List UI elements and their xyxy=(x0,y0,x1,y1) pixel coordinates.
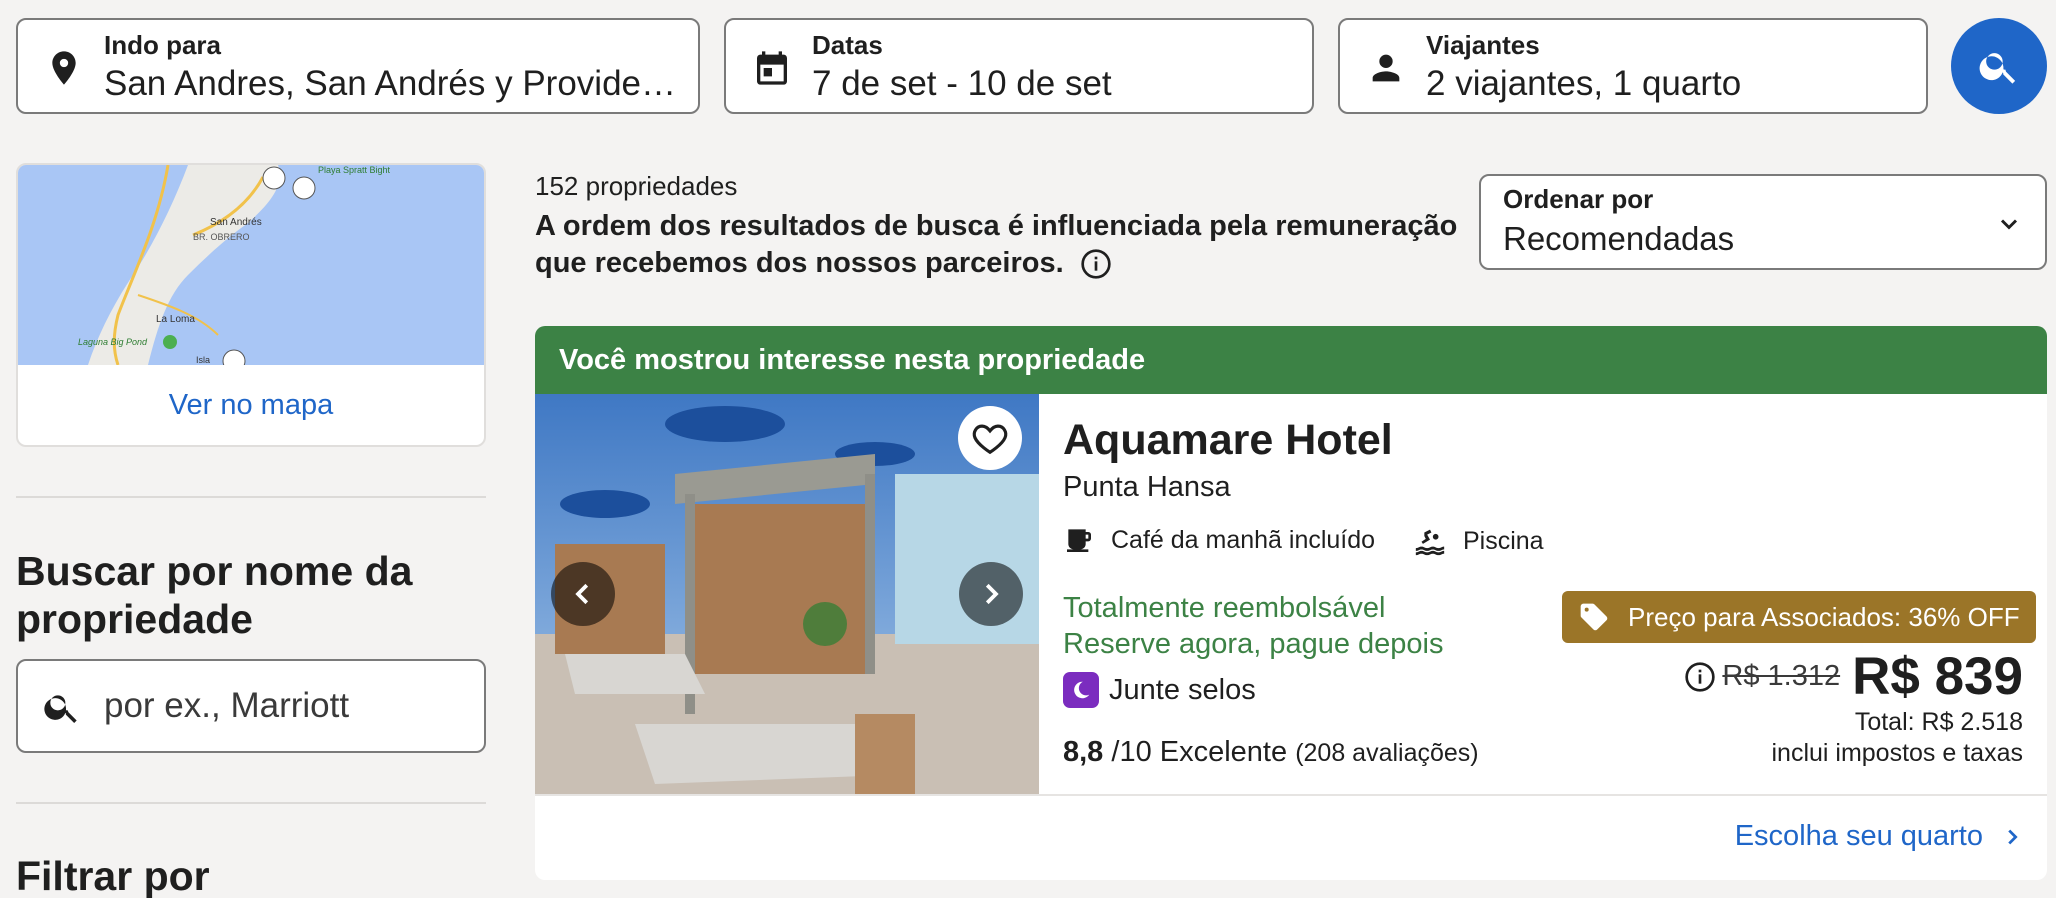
sort-value: Recomendadas xyxy=(1503,220,1735,257)
card-divider xyxy=(535,794,2047,796)
member-deal-text: Preço para Associados: 36% OFF xyxy=(1628,602,2020,632)
travelers-field[interactable]: Viajantes 2 viajantes, 1 quarto xyxy=(1338,18,1928,114)
travelers-label: Viajantes xyxy=(1426,30,1540,60)
choose-room-label: Escolha seu quarto xyxy=(1734,820,1983,852)
price-row: R$ 1.312 R$ 839 xyxy=(1684,646,2023,707)
calendar-icon xyxy=(757,51,787,85)
property-search-title: Buscar por nome da propriedade xyxy=(16,548,413,642)
chevron-left-icon xyxy=(575,583,589,605)
map-label-san-andres: San Andrés xyxy=(210,217,262,228)
map-label-spratt-bight: Playa Spratt Bight xyxy=(318,165,391,175)
amenity-pool: Piscina xyxy=(1413,524,1544,558)
search-button[interactable] xyxy=(1951,18,2047,114)
rating-scale: /10 Excelente xyxy=(1111,736,1288,768)
hotel-location: Punta Hansa xyxy=(1063,471,1231,503)
search-icon xyxy=(44,695,77,723)
choose-room-link[interactable]: Escolha seu quarto xyxy=(1735,820,2023,853)
sidebar-divider xyxy=(16,496,486,498)
favorite-button[interactable] xyxy=(958,406,1022,470)
price-tag-icon xyxy=(1580,603,1608,631)
map-preview[interactable]: San Andrés BR. OBRERO La Loma Laguna Big… xyxy=(18,165,486,365)
disclaimer-text: A ordem dos resultados de busca é influe… xyxy=(535,210,1458,279)
destination-label: Indo para xyxy=(104,30,222,60)
property-name-input[interactable] xyxy=(104,681,464,731)
amenity-breakfast-label: Café da manhã incluído xyxy=(1111,525,1376,554)
old-price: R$ 1.312 xyxy=(1722,660,1841,692)
chevron-right-icon xyxy=(2008,829,2018,844)
photo-prev-button[interactable] xyxy=(551,562,615,626)
results-count: 152 propriedades xyxy=(535,171,738,201)
search-icon xyxy=(1979,53,2016,84)
filter-title: Filtrar por xyxy=(16,853,210,898)
dates-label: Datas xyxy=(812,30,883,60)
location-pin-icon xyxy=(52,51,76,85)
dates-field[interactable]: Datas 7 de set - 10 de set xyxy=(724,18,1314,114)
map-preview-card[interactable]: San Andrés BR. OBRERO La Loma Laguna Big… xyxy=(16,163,486,447)
interest-banner: Você mostrou interesse nesta propriedade xyxy=(535,326,2047,394)
rating-score: 8,8 xyxy=(1063,736,1104,768)
photo-next-button[interactable] xyxy=(959,562,1023,626)
chevron-down-icon xyxy=(2000,219,2018,230)
info-icon[interactable] xyxy=(1080,248,1112,280)
view-on-map-link[interactable]: Ver no mapa xyxy=(18,389,484,422)
heart-icon xyxy=(972,424,1008,455)
coffee-cup-icon xyxy=(1067,529,1091,552)
amenity-pool-label: Piscina xyxy=(1463,526,1544,555)
destination-value: San Andres, San Andrés y Providencia, Co… xyxy=(104,64,684,103)
listing-card[interactable]: Você mostrou interesse nesta propriedade xyxy=(535,326,2047,880)
map-label-la-loma: La Loma xyxy=(156,314,195,325)
sidebar-divider-2 xyxy=(16,802,486,804)
destination-field[interactable]: Indo para San Andres, San Andrés y Provi… xyxy=(16,18,700,114)
moon-icon xyxy=(1063,672,1099,708)
hotel-photo-carousel[interactable] xyxy=(535,394,1039,794)
pool-icon xyxy=(1415,529,1445,556)
map-label-isla: Isla xyxy=(196,355,210,365)
sort-label: Ordenar por xyxy=(1503,184,1654,214)
map-label-br-obrero: BR. OBRERO xyxy=(193,232,250,242)
rewards-row: Junte selos xyxy=(1063,672,1256,708)
dates-value: 7 de set - 10 de set xyxy=(812,64,1112,103)
refundable-text: Totalmente reembolsável xyxy=(1063,592,1386,624)
current-price: R$ 839 xyxy=(1852,647,2023,706)
info-icon[interactable] xyxy=(1684,661,1716,693)
results-disclaimer: A ordem dos resultados de busca é influe… xyxy=(535,208,1465,282)
pay-later-text: Reserve agora, pague depois xyxy=(1063,628,1444,660)
rewards-text: Junte selos xyxy=(1109,673,1256,706)
map-label-big-pond: Laguna Big Pond xyxy=(78,337,148,347)
taxes-note: inclui impostos e taxas xyxy=(1771,739,2023,767)
travelers-value: 2 viajantes, 1 quarto xyxy=(1426,64,1742,103)
total-price: Total: R$ 2.518 xyxy=(1854,708,2023,736)
hotel-name[interactable]: Aquamare Hotel xyxy=(1063,416,1393,465)
amenity-breakfast: Café da manhã incluído xyxy=(1063,524,1375,556)
member-deal-badge: Preço para Associados: 36% OFF xyxy=(1562,591,2036,643)
sort-dropdown[interactable]: Ordenar por Recomendadas xyxy=(1479,174,2047,270)
chevron-right-icon xyxy=(985,583,999,605)
rating: 8,8 /10 Excelente (208 avaliações) xyxy=(1063,736,1479,769)
property-name-search[interactable] xyxy=(16,659,486,753)
rating-reviews: (208 avaliações) xyxy=(1295,739,1479,767)
person-icon xyxy=(1372,54,1400,82)
